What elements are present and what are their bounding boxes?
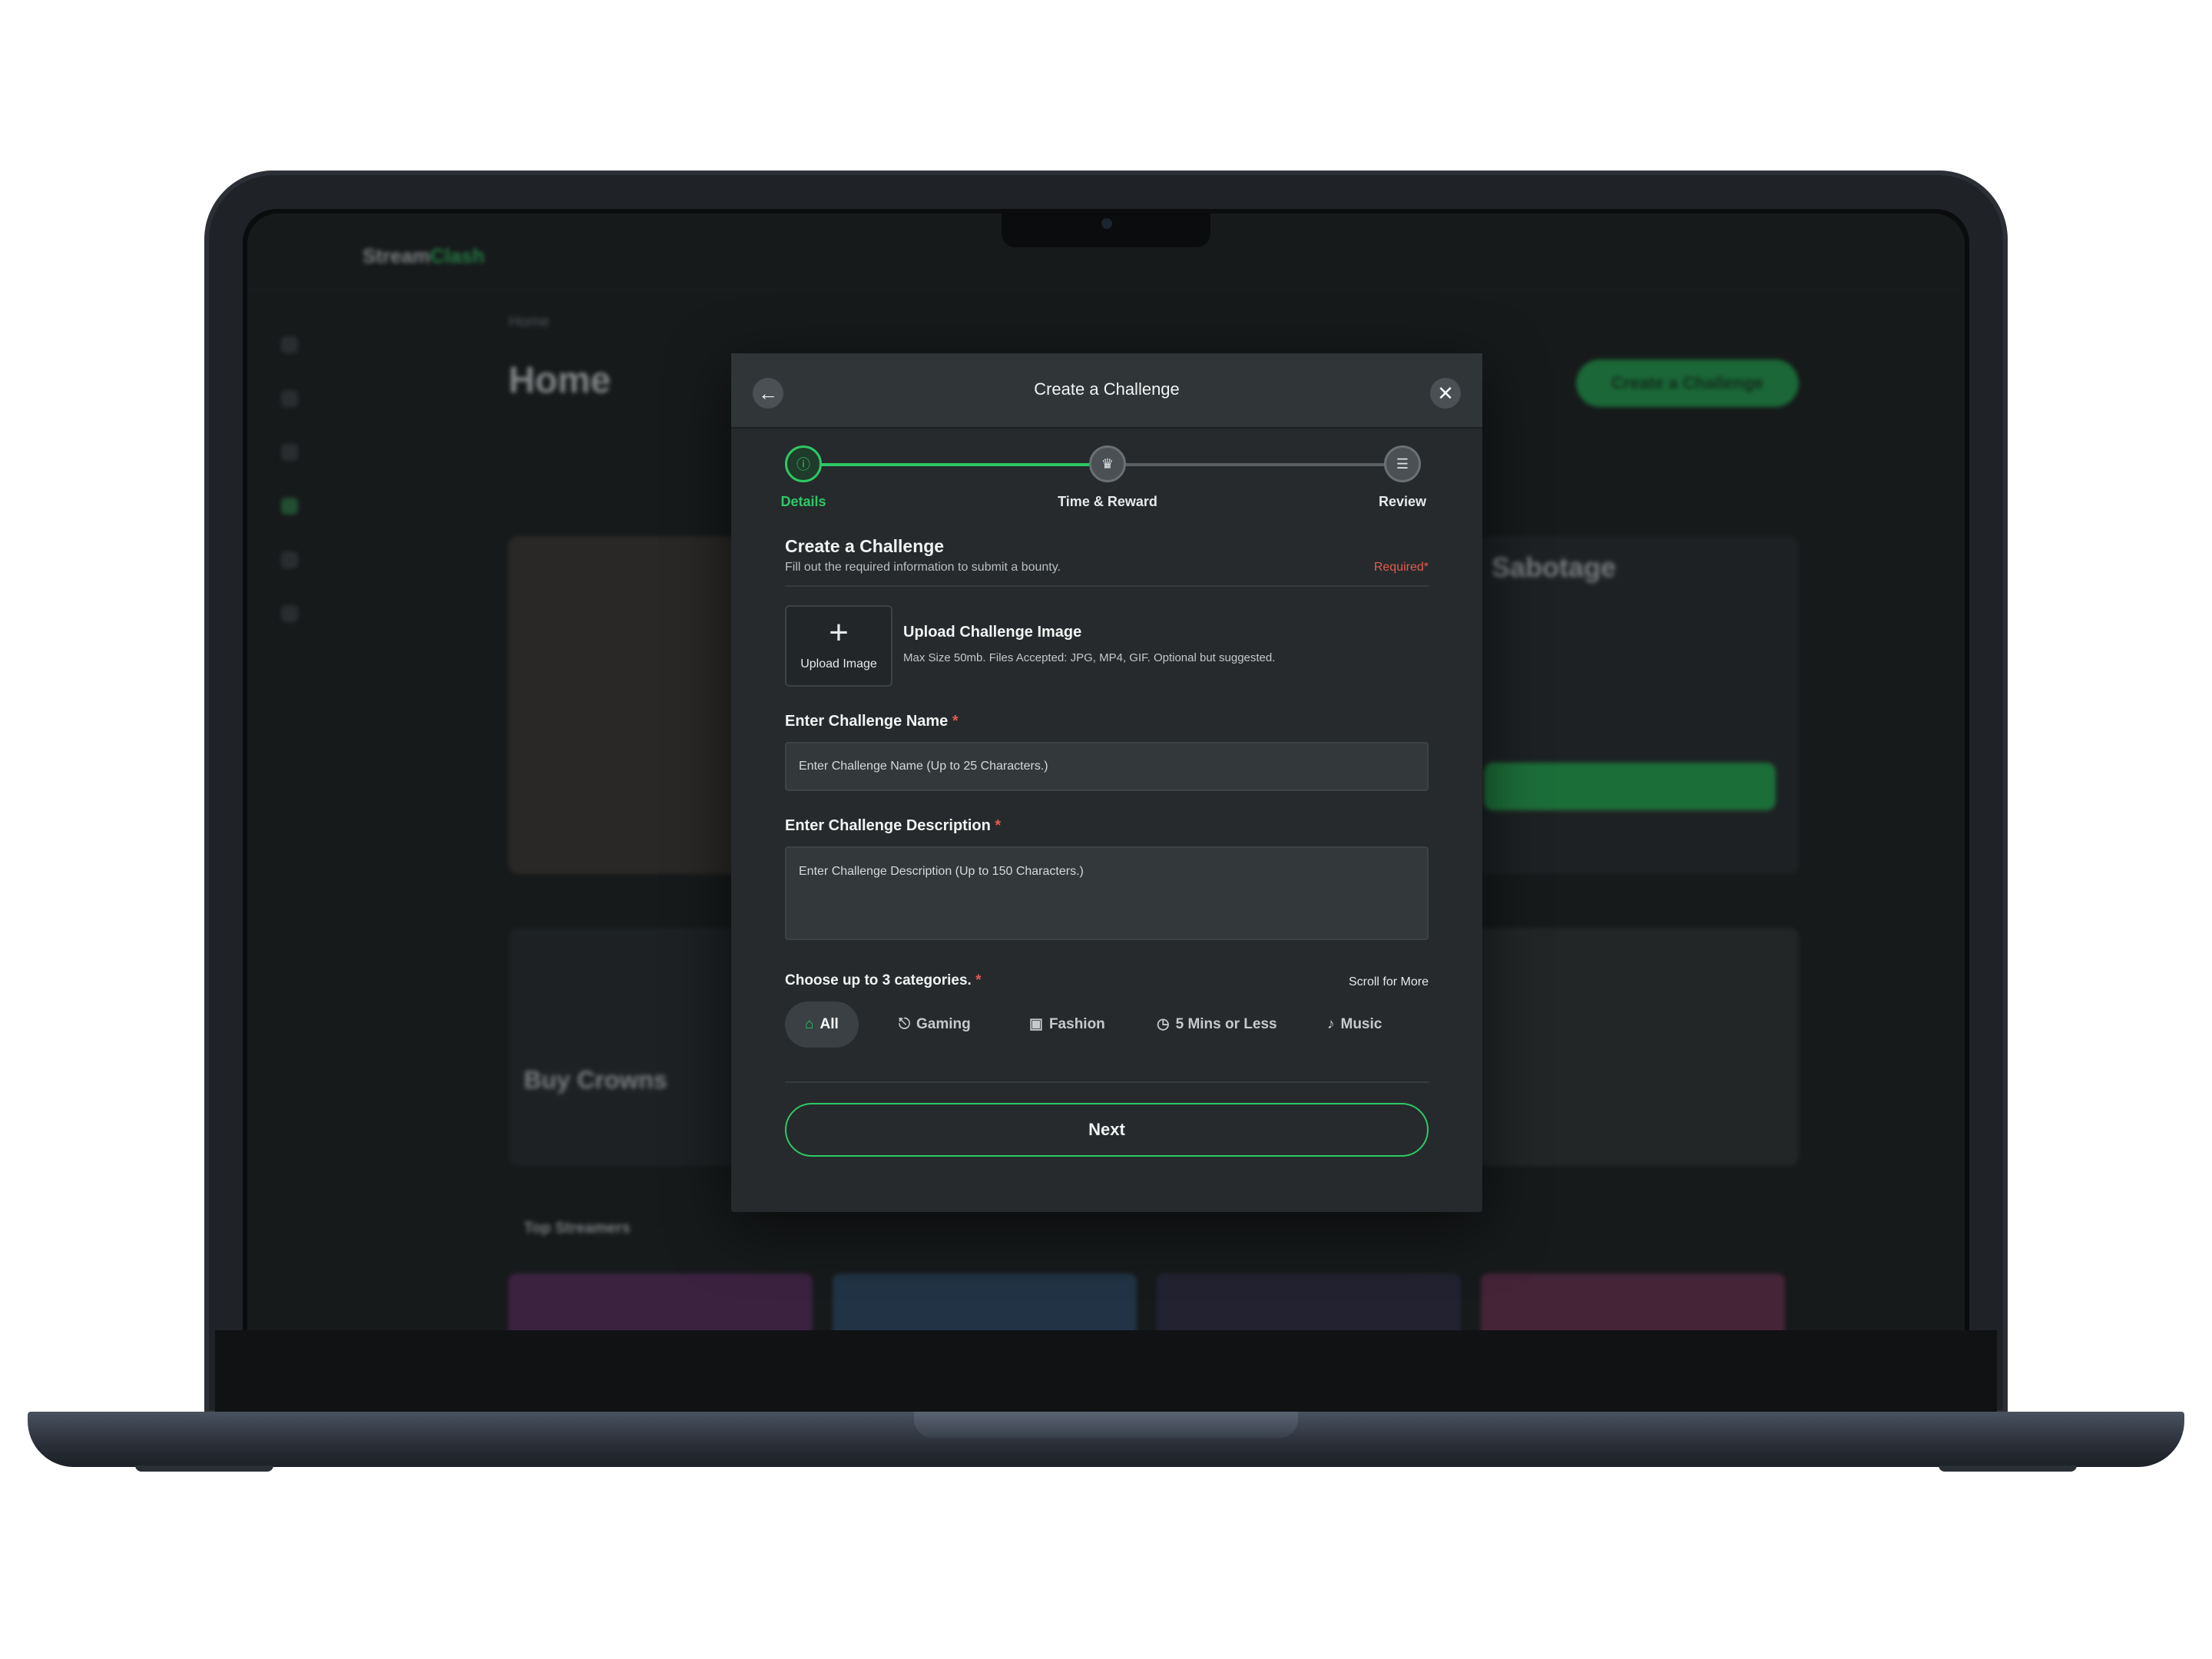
bg-sidebar: [247, 290, 332, 1330]
challenge-name-label-text: Enter Challenge Name: [785, 713, 949, 730]
chip-label: 5 Mins or Less: [1175, 1016, 1277, 1032]
bg-green-button: [1484, 763, 1776, 810]
section-subtitle: Fill out the required information to sub…: [785, 561, 1061, 574]
next-button[interactable]: Next: [785, 1103, 1429, 1157]
laptop-foot: [135, 1465, 273, 1472]
challenge-name-label: Enter Challenge Name *: [785, 713, 959, 730]
step-label-details: Details: [780, 494, 826, 509]
upload-title: Upload Challenge Image: [903, 624, 1082, 641]
close-button[interactable]: ✕: [1430, 378, 1461, 409]
bg-streamer-thumb: [508, 1273, 813, 1330]
upload-image-label: Upload Image: [800, 657, 877, 671]
laptop-foot: [1939, 1465, 2077, 1472]
shirt-icon: ▣: [1029, 1016, 1043, 1032]
bg-breadcrumb: Home: [508, 313, 550, 330]
modal-header: ← Create a Challenge ✕: [731, 353, 1482, 429]
chip-label: All: [820, 1016, 839, 1032]
bg-streamer-thumb: [1157, 1273, 1461, 1330]
timer-icon: ◷: [1157, 1016, 1170, 1032]
bg-featured-title: Sabotage: [1492, 551, 1617, 583]
step-label-time-reward: Time & Reward: [1058, 494, 1157, 509]
close-icon: ✕: [1437, 382, 1454, 405]
create-challenge-modal: ← Create a Challenge ✕ ⓘ ♛ ☰ Details Tim…: [731, 353, 1482, 1212]
gamepad-icon: ⎋: [899, 1016, 911, 1032]
bg-sidebar-icon: [281, 390, 298, 407]
step-label-review: Review: [1378, 494, 1427, 509]
challenge-description-label-text: Enter Challenge Description: [785, 817, 991, 834]
info-icon: ⓘ: [796, 457, 810, 472]
upload-image-button[interactable]: + Upload Image: [785, 605, 892, 687]
bg-sidebar-icon: [281, 336, 298, 353]
plus-icon: +: [829, 614, 849, 651]
chip-label: Music: [1340, 1016, 1382, 1032]
required-note: Required*: [1373, 561, 1429, 574]
bg-page-title: Home: [508, 360, 611, 401]
section-title: Create a Challenge: [785, 536, 945, 556]
scroll-for-more[interactable]: Scroll for More: [1349, 975, 1429, 989]
camera-notch: [1002, 209, 1210, 247]
chip-label: Gaming: [916, 1016, 971, 1032]
categories-label: Choose up to 3 categories. *: [785, 972, 982, 989]
bg-logo: StreamClash: [363, 244, 485, 267]
bg-sidebar-icon: [281, 444, 298, 461]
upload-hint: Max Size 50mb. Files Accepted: JPG, MP4,…: [903, 651, 1276, 664]
bg-promo-card-right: [1476, 928, 1799, 1166]
step-review[interactable]: ☰: [1384, 445, 1421, 482]
category-chip-fashion[interactable]: ▣ Fashion: [1009, 1002, 1125, 1048]
bg-sidebar-icon: [281, 605, 298, 622]
divider: [785, 1081, 1429, 1083]
chip-label: Fashion: [1048, 1016, 1105, 1032]
stepper-line-complete: [816, 463, 1089, 466]
music-note-icon: ♪: [1327, 1016, 1335, 1032]
step-time-reward[interactable]: ♛: [1089, 445, 1126, 482]
bg-featured-card: [1476, 536, 1799, 874]
challenge-name-input[interactable]: Enter Challenge Name (Up to 25 Character…: [785, 742, 1429, 791]
camera-icon: [1101, 218, 1112, 229]
category-chip-all[interactable]: ⌂ All: [785, 1002, 859, 1048]
required-star: *: [952, 713, 959, 730]
bg-promo-card: [508, 928, 739, 1166]
bg-promo-title: Buy Crowns: [524, 1066, 667, 1094]
bg-sidebar-icon: [281, 498, 298, 515]
bg-section-title: Top Streamers: [524, 1220, 631, 1237]
category-chip-gaming[interactable]: ⎋ Gaming: [879, 1002, 991, 1048]
required-star: *: [995, 817, 1002, 834]
bg-featured-image: [508, 536, 739, 874]
step-details[interactable]: ⓘ: [785, 445, 822, 482]
category-chip-5-mins[interactable]: ◷ 5 Mins or Less: [1137, 1002, 1297, 1048]
laptop-hinge: [914, 1412, 1298, 1438]
crown-icon: ♛: [1101, 455, 1114, 472]
challenge-description-label: Enter Challenge Description *: [785, 817, 1001, 835]
bg-create-button: Create a Challenge: [1576, 359, 1799, 407]
required-star: *: [975, 972, 982, 988]
category-chip-music[interactable]: ♪ Music: [1307, 1002, 1402, 1048]
bg-streamer-thumb: [833, 1273, 1137, 1330]
bg-streamer-thumb: [1481, 1273, 1785, 1330]
categories-label-text: Choose up to 3 categories.: [785, 972, 972, 988]
challenge-description-input[interactable]: Enter Challenge Description (Up to 150 C…: [785, 846, 1429, 940]
stepper-line-pending: [1126, 463, 1402, 466]
modal-title: Create a Challenge: [1034, 379, 1180, 399]
bg-sidebar-icon: [281, 551, 298, 568]
home-icon: ⌂: [805, 1016, 814, 1032]
divider: [785, 585, 1429, 587]
laptop-chin: [215, 1330, 1997, 1415]
review-icon: ☰: [1396, 455, 1409, 472]
